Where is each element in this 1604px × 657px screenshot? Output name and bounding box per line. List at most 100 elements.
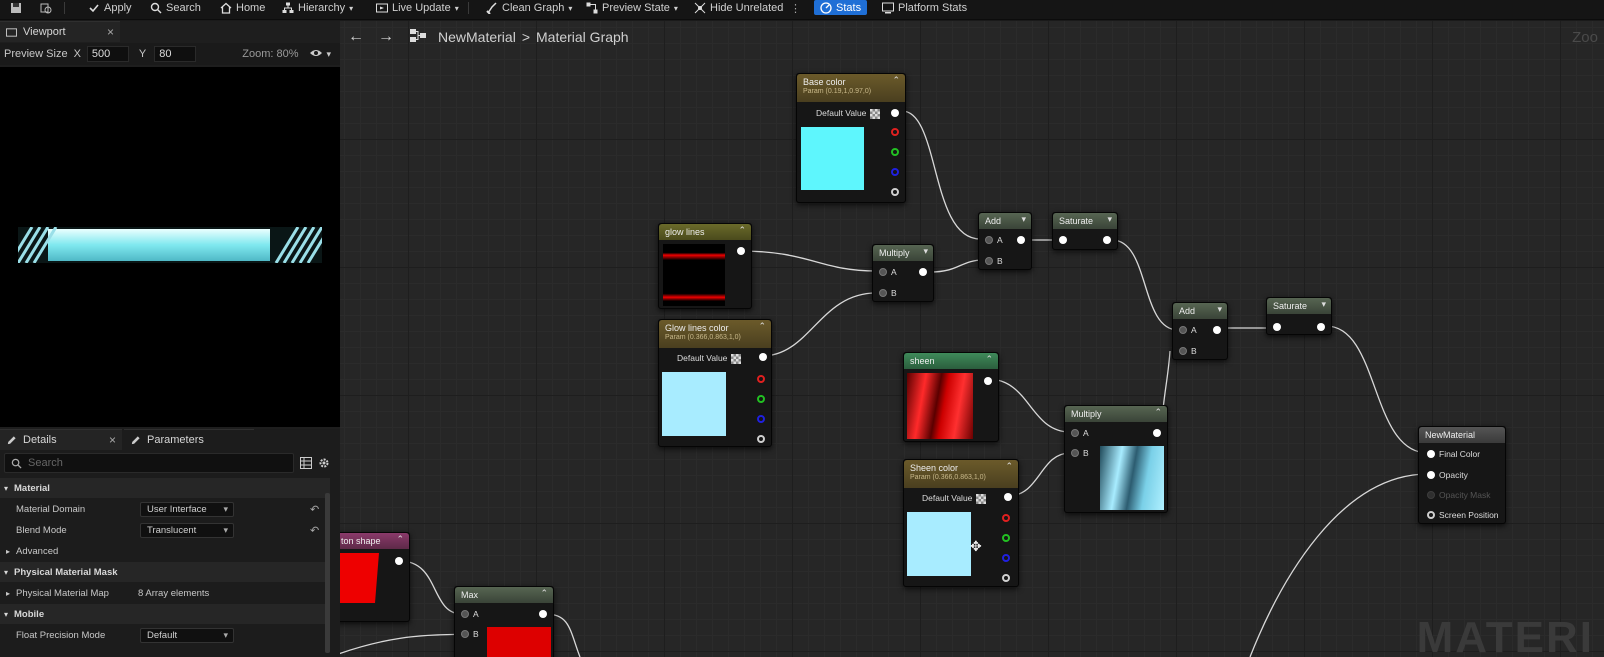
node-multiply[interactable]: Multiply ⌃ A B [1064,405,1168,513]
material-domain-dropdown[interactable]: User Interface ▾ [140,501,234,517]
property-advanced[interactable]: ▸ Advanced [0,541,330,561]
pin-opacity[interactable] [1427,471,1435,479]
home-button[interactable]: Home [220,0,265,16]
node-glow-lines-color[interactable]: Glow lines color Param (0.366,0.863,1,0)… [658,319,772,447]
hierarchy-button[interactable]: Hierarchy ▾ [282,0,353,16]
category-mobile[interactable]: ▾ Mobile [0,604,330,624]
pin-rgb-out[interactable] [1004,493,1012,501]
chevron-up-icon[interactable]: ⌃ [1154,407,1162,418]
pin-out[interactable] [1153,429,1161,437]
search-button[interactable]: Search [150,0,201,16]
node-new-material[interactable]: NewMaterial Final Color Opacity Opacity … [1418,426,1506,524]
pin-g-out[interactable] [757,395,765,403]
pin-out[interactable] [1213,326,1221,334]
node-saturate[interactable]: Saturate ▾ [1266,297,1332,335]
node-sheen-color[interactable]: Sheen color Param (0.366,0.863,1,0) ⌃ De… [903,459,1019,587]
pin-out[interactable] [1103,236,1111,244]
pin-b-in[interactable] [461,630,469,638]
hide-unrelated-button[interactable]: Hide Unrelated [694,0,783,16]
close-icon[interactable]: × [109,433,116,447]
pin-rgb-out[interactable] [984,377,992,385]
pin-in[interactable] [1059,236,1067,244]
chevron-up-icon[interactable]: ⌃ [738,225,746,236]
save-icon[interactable] [10,0,22,16]
more-options-icon[interactable]: ⋮ [790,0,801,16]
node-add[interactable]: Add ▾ A B [978,212,1032,270]
pin-a-out[interactable] [1002,574,1010,582]
pin-rgb-out[interactable] [737,247,745,255]
pin-a-out[interactable] [891,188,899,196]
chevron-up-icon[interactable]: ⌃ [540,588,548,599]
pin-out[interactable] [919,268,927,276]
pin-rgb-out[interactable] [759,353,767,361]
pin-b-in[interactable] [985,257,993,265]
float-precision-dropdown[interactable]: Default ▾ [140,627,234,643]
viewport-preview[interactable] [0,67,340,427]
reset-icon[interactable]: ↶ [310,524,319,537]
pin-a-in[interactable] [985,236,993,244]
pin-a-in[interactable] [879,268,887,276]
pin-g-out[interactable] [1002,534,1010,542]
details-search-input[interactable]: Search [4,453,294,473]
pin-rgb-out[interactable] [891,109,899,117]
pin-b-out[interactable] [891,168,899,176]
pin-a-in[interactable] [1071,429,1079,437]
platform-stats-button[interactable]: Platform Stats [882,0,967,16]
pin-a-out[interactable] [757,435,765,443]
preview-width-input[interactable]: 500 [86,46,129,62]
pin-out[interactable] [1017,236,1025,244]
pin-b-in[interactable] [1071,449,1079,457]
pin-opacity-mask[interactable] [1427,491,1435,499]
chevron-right-icon[interactable]: ▸ [6,589,10,598]
chevron-up-icon[interactable]: ⌃ [396,534,404,545]
pin-a-in[interactable] [461,610,469,618]
chevron-down-icon[interactable]: ▾ [923,246,928,257]
tab-details[interactable]: Details × [0,429,122,450]
pin-out[interactable] [539,610,547,618]
pin-r-out[interactable] [1002,514,1010,522]
live-update-button[interactable]: Live Update ▾ [376,0,459,16]
category-physical-material-mask[interactable]: ▾ Physical Material Mask [0,562,330,582]
chevron-down-icon[interactable]: ▾ [1107,214,1112,225]
node-glow-lines[interactable]: glow lines ⌃ [658,223,752,309]
chevron-down-icon[interactable]: ▾ [1021,214,1026,225]
pin-a-in[interactable] [1179,326,1187,334]
clean-graph-button[interactable]: Clean Graph ▾ [486,0,572,16]
pin-b-out[interactable] [1002,554,1010,562]
browse-icon[interactable] [40,0,52,16]
chevron-up-icon[interactable]: ⌃ [985,354,993,365]
chevron-down-icon[interactable]: ▾ [327,49,332,60]
node-base-color[interactable]: Base color Param (0.19,1,0.97,0) ⌃ Defau… [796,73,906,203]
tab-viewport[interactable]: Viewport × [0,21,120,42]
pin-b-in[interactable] [879,289,887,297]
category-material[interactable]: ▾ Material [0,478,330,498]
details-scrollbar[interactable] [325,493,330,653]
pin-b-out[interactable] [757,415,765,423]
pin-r-out[interactable] [757,375,765,383]
node-multiply[interactable]: Multiply ▾ A B [872,244,934,302]
pin-out[interactable] [1317,323,1325,331]
tab-parameters[interactable]: Parameters [124,429,254,450]
pin-screen-position[interactable] [1427,511,1435,519]
node-max[interactable]: Max ⌃ A B [454,586,554,657]
chevron-down-icon[interactable]: ▾ [1217,304,1222,315]
chevron-down-icon[interactable]: ▾ [1321,299,1326,310]
node-sheen[interactable]: sheen ⌃ [903,352,999,442]
eye-icon[interactable] [309,48,323,61]
pin-rgb-out[interactable] [395,557,403,565]
chevron-up-icon[interactable]: ⌃ [758,321,766,332]
blend-mode-dropdown[interactable]: Translucent ▾ [140,522,234,538]
node-saturate[interactable]: Saturate ▾ [1052,212,1118,250]
stats-button[interactable]: Stats [814,0,868,15]
apply-button[interactable]: Apply [88,0,132,16]
pin-final-color[interactable] [1427,450,1435,458]
pin-b-in[interactable] [1179,347,1187,355]
pin-in[interactable] [1273,323,1281,331]
table-view-icon[interactable] [300,456,312,474]
preview-state-button[interactable]: Preview State ▾ [586,0,678,16]
reset-icon[interactable]: ↶ [310,503,319,516]
chevron-up-icon[interactable]: ⌃ [892,75,900,86]
pin-g-out[interactable] [891,148,899,156]
material-graph[interactable]: ← → NewMaterial > Material Graph Zoo Bas… [340,21,1604,657]
close-icon[interactable]: × [107,25,114,39]
